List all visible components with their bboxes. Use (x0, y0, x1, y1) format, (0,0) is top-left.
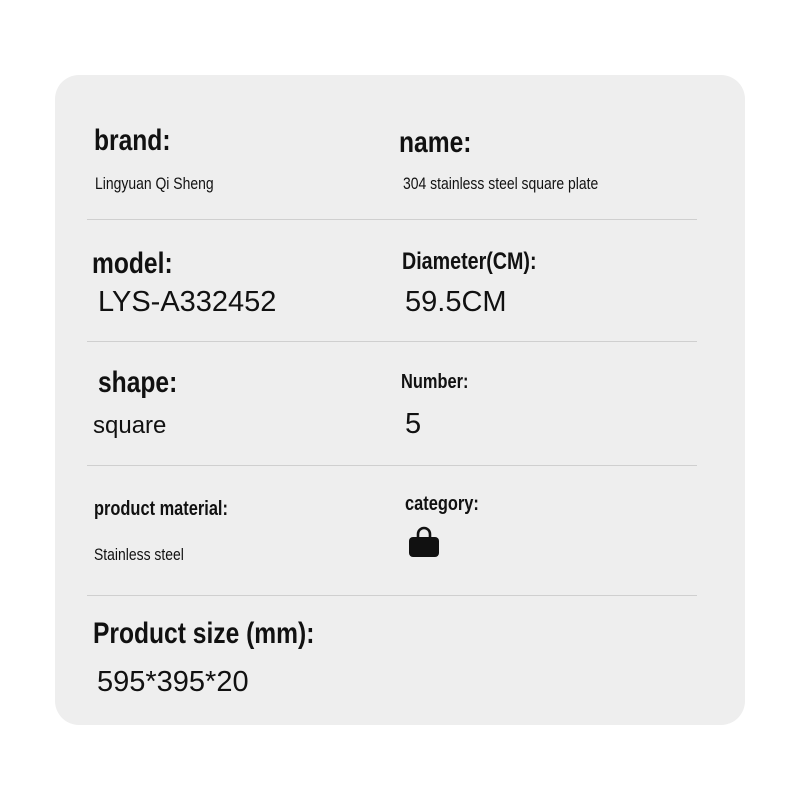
number-value: 5 (405, 408, 422, 440)
row-divider (87, 341, 697, 342)
diameter-value: 59.5CM (405, 286, 507, 318)
shape-label: shape: (98, 366, 178, 399)
shape-value: square (93, 412, 167, 439)
diameter-label: Diameter(CM): (402, 248, 537, 275)
shopping-bag-icon (409, 526, 439, 557)
number-label: Number: (401, 371, 469, 393)
size-label: Product size (mm): (93, 617, 315, 650)
category-label: category: (405, 493, 479, 515)
size-value: 595*395*20 (97, 666, 249, 698)
row-divider (87, 595, 697, 596)
material-value: Stainless steel (94, 545, 184, 564)
model-label: model: (92, 247, 173, 280)
row-divider (87, 219, 697, 220)
row-divider (87, 465, 697, 466)
brand-value: Lingyuan Qi Sheng (95, 174, 214, 193)
material-label: product material: (94, 498, 228, 520)
name-value: 304 stainless steel square plate (403, 174, 599, 193)
model-value: LYS-A332452 (98, 286, 277, 318)
brand-label: brand: (94, 124, 171, 157)
name-label: name: (399, 126, 472, 159)
